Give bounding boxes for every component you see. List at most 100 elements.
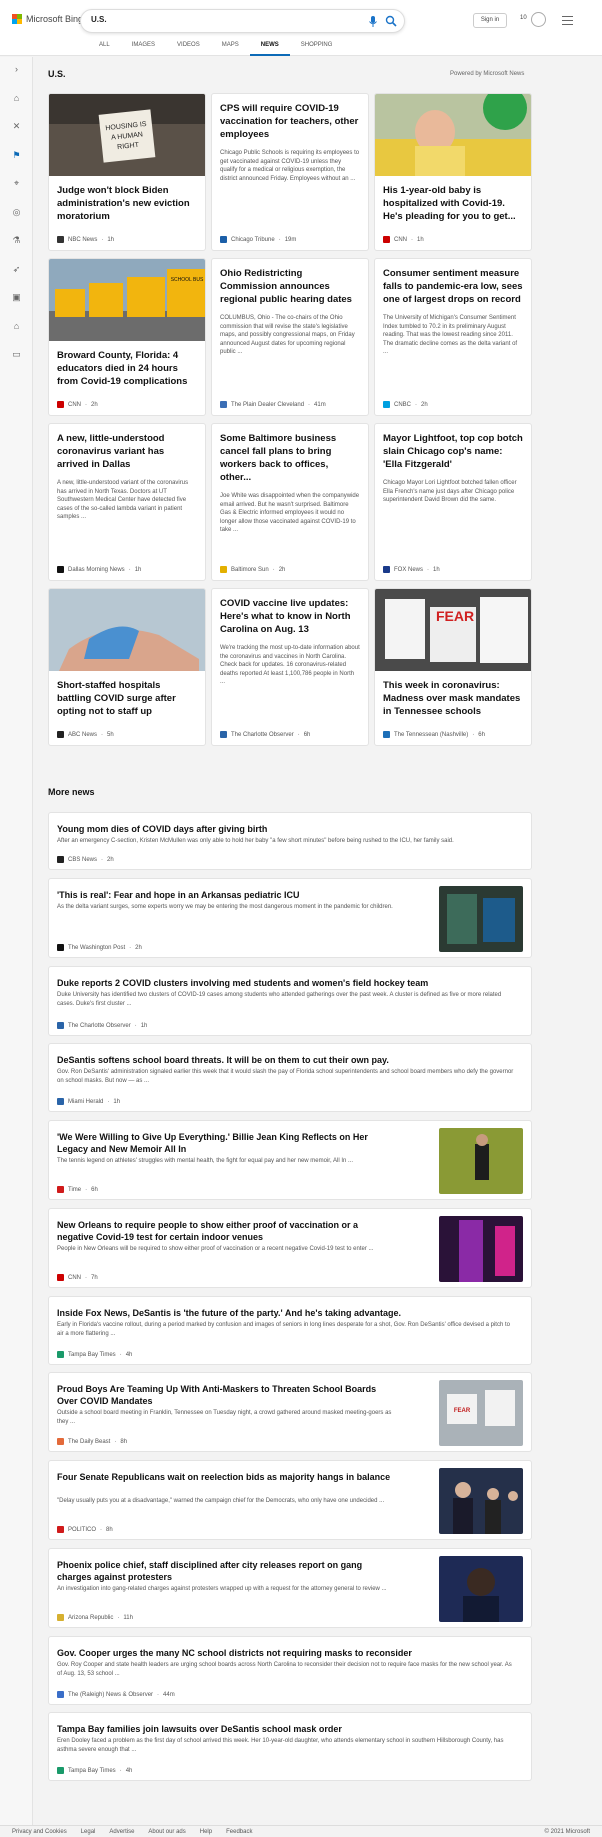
more-news-title[interactable]: 'This is real': Fear and hope in an Arka… bbox=[57, 889, 397, 901]
news-card-title[interactable]: This week in coronavirus: Madness over m… bbox=[383, 679, 523, 718]
more-news-source[interactable]: CBS News · 2h bbox=[57, 856, 114, 863]
more-news-source[interactable]: The Washington Post · 2h bbox=[57, 944, 142, 951]
news-card-source[interactable]: Dallas Morning News · 1h bbox=[57, 566, 141, 573]
more-news-source[interactable]: Arizona Republic · 11h bbox=[57, 1614, 133, 1621]
news-card-title[interactable]: Some Baltimore business cancel fall plan… bbox=[220, 432, 360, 484]
search-input[interactable] bbox=[91, 15, 351, 24]
more-news-item[interactable]: Phoenix police chief, staff disciplined … bbox=[48, 1548, 532, 1628]
news-card-image[interactable]: SCHOOL BUS bbox=[49, 259, 205, 341]
more-news-item[interactable]: Tampa Bay families join lawsuits over De… bbox=[48, 1712, 532, 1781]
more-news-title[interactable]: Gov. Cooper urges the many NC school dis… bbox=[57, 1647, 517, 1659]
news-card-title[interactable]: COVID vaccine live updates: Here's what … bbox=[220, 597, 360, 636]
news-card-source[interactable]: CNN · 2h bbox=[57, 401, 98, 408]
footer-link[interactable]: Privacy and Cookies bbox=[12, 1829, 67, 1835]
footer-link[interactable]: Advertise bbox=[109, 1829, 134, 1835]
more-news-title[interactable]: Young mom dies of COVID days after givin… bbox=[57, 823, 517, 835]
nav-tab-news[interactable]: NEWS bbox=[249, 41, 290, 56]
more-news-source[interactable]: CNN · 7h bbox=[57, 1274, 98, 1281]
bing-logo[interactable]: Microsoft Bing bbox=[12, 14, 83, 24]
more-news-source[interactable]: Tampa Bay Times · 4h bbox=[57, 1351, 132, 1358]
nav-tab-shopping[interactable]: SHOPPING bbox=[290, 41, 344, 56]
news-card-source[interactable]: FOX News · 1h bbox=[383, 566, 440, 573]
more-news-title[interactable]: Four Senate Republicans wait on reelecti… bbox=[57, 1471, 397, 1483]
more-news-item[interactable]: DeSantis softens school board threats. I… bbox=[48, 1043, 532, 1112]
more-news-item[interactable]: 'This is real': Fear and hope in an Arka… bbox=[48, 878, 532, 958]
news-card-title[interactable]: His 1-year-old baby is hospitalized with… bbox=[383, 184, 523, 223]
news-card-title[interactable]: Broward County, Florida: 4 educators die… bbox=[57, 349, 197, 388]
money-icon[interactable]: ▭ bbox=[11, 349, 22, 360]
more-news-source[interactable]: Time · 6h bbox=[57, 1186, 98, 1193]
news-card-image[interactable]: FEAR bbox=[375, 589, 531, 671]
more-news-title[interactable]: Inside Fox News, DeSantis is 'the future… bbox=[57, 1307, 517, 1319]
news-card-title[interactable]: Judge won't block Biden administration's… bbox=[57, 184, 197, 223]
more-news-title[interactable]: Duke reports 2 COVID clusters involving … bbox=[57, 977, 517, 989]
more-news-title[interactable]: Proud Boys Are Teaming Up With Anti-Mask… bbox=[57, 1383, 397, 1407]
more-news-image[interactable]: FEAR bbox=[439, 1380, 523, 1446]
footer-link[interactable]: Help bbox=[200, 1829, 212, 1835]
nav-tab-all[interactable]: ALL bbox=[88, 41, 121, 56]
news-card-source[interactable]: Chicago Tribune · 19m bbox=[220, 236, 296, 243]
more-news-title[interactable]: DeSantis softens school board threats. I… bbox=[57, 1054, 517, 1066]
more-news-image[interactable] bbox=[439, 1468, 523, 1534]
news-card[interactable]: COVID vaccine live updates: Here's what … bbox=[211, 588, 369, 746]
news-card[interactable]: FEAR This week in coronavirus: Madness ov… bbox=[374, 588, 532, 746]
nav-tab-images[interactable]: IMAGES bbox=[121, 41, 166, 56]
more-news-title[interactable]: New Orleans to require people to show ei… bbox=[57, 1219, 397, 1243]
news-card[interactable]: Mayor Lightfoot, top cop botch slain Chi… bbox=[374, 423, 532, 581]
more-news-item[interactable]: New Orleans to require people to show ei… bbox=[48, 1208, 532, 1288]
footer-link[interactable]: Feedback bbox=[226, 1829, 252, 1835]
world-icon[interactable]: ◎ bbox=[11, 207, 22, 218]
news-card[interactable]: SCHOOL BUS Broward County, Florida: 4 edu… bbox=[48, 258, 206, 416]
more-news-item[interactable]: 'We Were Willing to Give Up Everything.'… bbox=[48, 1120, 532, 1200]
more-news-title[interactable]: 'We Were Willing to Give Up Everything.'… bbox=[57, 1131, 397, 1155]
more-news-item[interactable]: Inside Fox News, DeSantis is 'the future… bbox=[48, 1296, 532, 1365]
more-news-image[interactable] bbox=[439, 1128, 523, 1194]
news-card-image[interactable]: HOUSING IS A HUMAN RIGHT bbox=[49, 94, 205, 176]
news-card-title[interactable]: A new, little-understood coronavirus var… bbox=[57, 432, 197, 471]
footer-link[interactable]: Legal bbox=[81, 1829, 96, 1835]
news-card[interactable]: Ohio Redistricting Commission announces … bbox=[211, 258, 369, 416]
news-card[interactable]: Some Baltimore business cancel fall plan… bbox=[211, 423, 369, 581]
news-card-title[interactable]: Consumer sentiment measure falls to pand… bbox=[383, 267, 523, 306]
news-card[interactable]: Short-staffed hospitals battling COVID s… bbox=[48, 588, 206, 746]
news-card-image[interactable] bbox=[375, 94, 531, 176]
rocket-icon[interactable]: ➶ bbox=[11, 264, 22, 275]
more-news-item[interactable]: Young mom dies of COVID days after givin… bbox=[48, 812, 532, 870]
menu-icon[interactable] bbox=[562, 16, 573, 25]
more-news-source[interactable]: The Daily Beast · 8h bbox=[57, 1438, 127, 1445]
news-card-source[interactable]: Baltimore Sun · 2h bbox=[220, 566, 285, 573]
rewards-medal-icon[interactable] bbox=[531, 12, 546, 27]
more-news-title[interactable]: Phoenix police chief, staff disciplined … bbox=[57, 1559, 397, 1583]
trending-icon[interactable]: ✕ bbox=[11, 121, 22, 132]
microphone-icon[interactable] bbox=[367, 15, 379, 28]
news-card-source[interactable]: ABC News · 5h bbox=[57, 731, 114, 738]
expand-arrow-icon[interactable]: › bbox=[11, 64, 22, 75]
news-card[interactable]: A new, little-understood coronavirus var… bbox=[48, 423, 206, 581]
news-card-image[interactable] bbox=[49, 589, 205, 671]
search-icon[interactable] bbox=[385, 15, 397, 28]
news-card-title[interactable]: CPS will require COVID-19 vaccination fo… bbox=[220, 102, 360, 141]
more-news-item[interactable]: Gov. Cooper urges the many NC school dis… bbox=[48, 1636, 532, 1705]
location-icon[interactable]: ⌖ bbox=[11, 178, 22, 189]
science-icon[interactable]: ⚗ bbox=[11, 235, 22, 246]
news-card-title[interactable]: Mayor Lightfoot, top cop botch slain Chi… bbox=[383, 432, 523, 471]
more-news-image[interactable] bbox=[439, 1216, 523, 1282]
more-news-source[interactable]: Tampa Bay Times · 4h bbox=[57, 1767, 132, 1774]
more-news-item[interactable]: Proud Boys Are Teaming Up With Anti-Mask… bbox=[48, 1372, 532, 1452]
more-news-source[interactable]: POLITICO · 8h bbox=[57, 1526, 113, 1533]
news-card-title[interactable]: Short-staffed hospitals battling COVID s… bbox=[57, 679, 197, 718]
footer-link[interactable]: About our ads bbox=[148, 1829, 185, 1835]
more-news-source[interactable]: The Charlotte Observer · 1h bbox=[57, 1022, 147, 1029]
nav-tab-maps[interactable]: MAPS bbox=[211, 41, 250, 56]
home-icon[interactable]: ⌂ bbox=[11, 93, 22, 104]
news-card-source[interactable]: NBC News · 1h bbox=[57, 236, 114, 243]
politics-icon[interactable]: ⌂ bbox=[11, 321, 22, 332]
more-news-image[interactable] bbox=[439, 886, 523, 952]
more-news-image[interactable] bbox=[439, 1556, 523, 1622]
entertainment-icon[interactable]: ▣ bbox=[11, 292, 22, 303]
news-card[interactable]: His 1-year-old baby is hospitalized with… bbox=[374, 93, 532, 251]
signin-button[interactable]: Sign in bbox=[473, 13, 507, 28]
news-card[interactable]: HOUSING IS A HUMAN RIGHT Judge won't block … bbox=[48, 93, 206, 251]
news-card-source[interactable]: CNBC · 2h bbox=[383, 401, 428, 408]
news-card[interactable]: Consumer sentiment measure falls to pand… bbox=[374, 258, 532, 416]
